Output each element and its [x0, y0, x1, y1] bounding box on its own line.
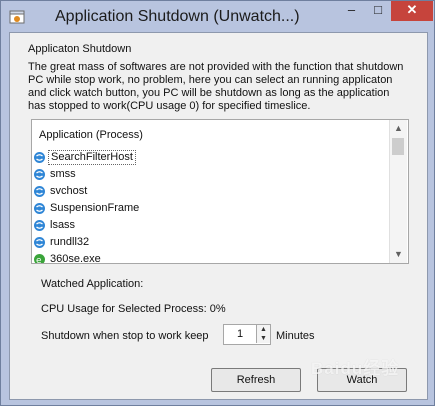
list-item[interactable]: SuspensionFrame	[32, 200, 388, 217]
app-window-icon	[9, 10, 25, 24]
app-window: Application Shutdown (Unwatch...) – □ ✕ …	[0, 0, 435, 406]
scroll-thumb[interactable]	[392, 138, 404, 155]
list-item[interactable]: svchost	[32, 183, 388, 200]
list-item[interactable]: lsass	[32, 217, 388, 234]
minutes-unit-label: Minutes	[276, 330, 315, 342]
scroll-up-arrow[interactable]: ▲	[390, 120, 407, 137]
list-item[interactable]: rundll32	[32, 234, 388, 251]
stepper-down-button[interactable]: ▼	[256, 334, 270, 343]
maximize-button[interactable]: □	[365, 1, 391, 21]
process-items: SearchFilterHost smss svchost SuspensionFra…	[32, 149, 388, 264]
description-text: The great mass of softwares are not prov…	[28, 61, 404, 112]
list-item-label: rundll32	[50, 236, 90, 248]
minutes-value[interactable]: 1	[237, 328, 243, 340]
vertical-scrollbar[interactable]: ▲ ▼	[389, 120, 407, 263]
scroll-down-arrow[interactable]: ▼	[390, 246, 407, 263]
process-icon	[34, 186, 45, 197]
title-bar[interactable]: Application Shutdown (Unwatch...) – □ ✕	[1, 1, 434, 33]
list-item[interactable]: e 360se.exe	[32, 251, 388, 264]
shutdown-keep-label: Shutdown when stop to work keep	[41, 330, 209, 342]
cpu-usage-label: CPU Usage for Selected Process: 0%	[41, 303, 226, 315]
watermark: Baidu经验	[311, 359, 400, 378]
window-title: Application Shutdown (Unwatch...)	[55, 8, 300, 25]
process-list[interactable]: Application (Process) SearchFilterHost sm…	[31, 119, 409, 264]
browser-icon: e	[34, 254, 45, 264]
process-icon	[34, 169, 45, 180]
group-label: Applicaton Shutdown	[28, 43, 132, 55]
list-item-label: 360se.exe	[50, 253, 101, 264]
minimize-button[interactable]: –	[338, 1, 365, 21]
minutes-stepper[interactable]: 1 ▲ ▼	[223, 324, 271, 345]
list-item-label: SearchFilterHost	[48, 150, 136, 165]
list-header: Application (Process)	[39, 129, 143, 141]
process-icon	[34, 152, 45, 163]
list-item-label: smss	[50, 168, 76, 180]
close-button[interactable]: ✕	[391, 1, 433, 21]
list-item-label: SuspensionFrame	[50, 202, 140, 214]
list-item[interactable]: SearchFilterHost	[32, 149, 388, 166]
refresh-button[interactable]: Refresh	[211, 368, 301, 392]
client-area: Applicaton Shutdown The great mass of so…	[9, 32, 428, 400]
list-item-label: lsass	[50, 219, 76, 231]
svg-text:e: e	[36, 256, 42, 264]
process-icon	[34, 220, 45, 231]
process-icon	[34, 237, 45, 248]
watched-app-label: Watched Application:	[41, 278, 144, 290]
list-item[interactable]: smss	[32, 166, 388, 183]
process-icon	[34, 203, 45, 214]
list-item-label: svchost	[50, 185, 88, 197]
